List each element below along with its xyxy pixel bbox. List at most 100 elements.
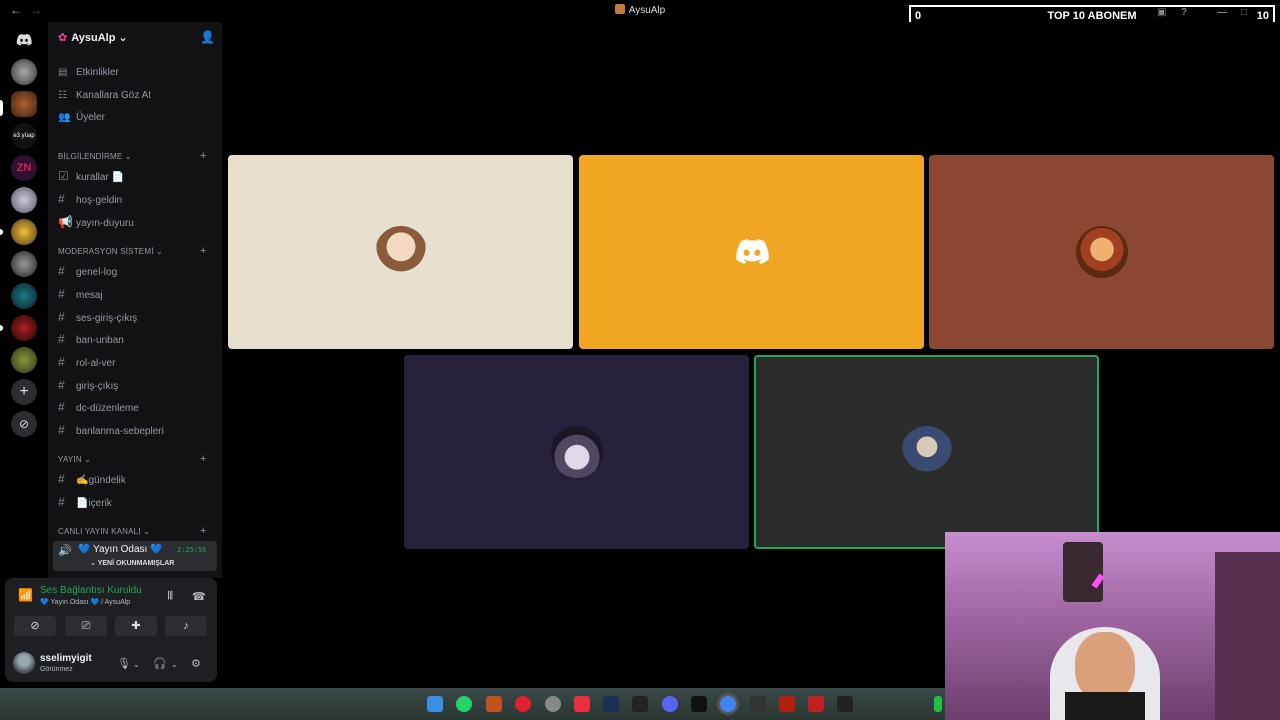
server-icon-6[interactable] bbox=[11, 219, 37, 245]
channel-yayin-duyuru[interactable]: 📢 yayın-duyuru bbox=[58, 215, 134, 229]
category-canli-yayin[interactable]: CANLI YAYIN KANALI ⌄ + bbox=[58, 525, 206, 537]
chevron-down-icon[interactable]: ⌄ bbox=[133, 660, 140, 669]
app-icon[interactable] bbox=[808, 696, 824, 712]
participant-tile-1[interactable] bbox=[228, 155, 573, 349]
category-moderasyon[interactable]: MODERASYON SİSTEMİ ⌄ + bbox=[58, 245, 206, 257]
hash-icon: # bbox=[58, 264, 65, 278]
steam-icon[interactable] bbox=[603, 696, 619, 712]
minimize-icon[interactable]: — bbox=[1217, 7, 1227, 18]
channel-mesaj[interactable]: # mesaj bbox=[58, 287, 103, 301]
channel-banlanma-sebepleri[interactable]: # banlanma-sebepleri bbox=[58, 423, 164, 437]
gear-icon[interactable]: ⚙ bbox=[191, 657, 201, 670]
channel-ses-giris-cikis[interactable]: # ses-giriş-çıkış bbox=[58, 310, 137, 324]
whatsapp-icon[interactable] bbox=[456, 696, 472, 712]
discord-taskbar-icon[interactable] bbox=[662, 696, 678, 712]
add-channel-icon[interactable]: + bbox=[200, 525, 207, 537]
add-channel-icon[interactable]: + bbox=[200, 245, 207, 257]
noise-suppression-icon[interactable]: 𝄃𝄃 bbox=[168, 590, 173, 603]
channel-ban-unban[interactable]: # ban-unban bbox=[58, 332, 124, 346]
channel-kurallar[interactable]: ☑ kurallar 📄 bbox=[58, 169, 124, 183]
hash-icon: # bbox=[58, 472, 65, 486]
screen-share-icon: ⎚ bbox=[81, 620, 91, 632]
participant-tile-2[interactable] bbox=[579, 155, 924, 349]
channel-icerik[interactable]: # 📄içerik bbox=[58, 495, 112, 509]
invite-member-icon[interactable]: 👤 bbox=[200, 30, 215, 44]
disconnect-icon[interactable]: ☎ bbox=[192, 590, 206, 603]
channel-hos-geldin[interactable]: # hoş-geldin bbox=[58, 192, 122, 206]
nav-browse-channels[interactable]: ☷ Kanallara Göz At bbox=[58, 90, 151, 101]
rules-icon: ☑ bbox=[58, 169, 69, 183]
soundboard-button[interactable]: ♪ bbox=[165, 616, 207, 636]
megaphone-icon: 📢 bbox=[58, 215, 73, 229]
members-icon: 👥 bbox=[58, 112, 71, 123]
help-icon[interactable]: ? bbox=[1181, 7, 1187, 18]
chevron-down-icon[interactable]: ⌄ bbox=[171, 660, 178, 669]
opera-icon[interactable] bbox=[515, 696, 531, 712]
unread-pill bbox=[0, 325, 3, 331]
unread-pill-button[interactable]: ⌄ YENİ OKUNMAMIŞLAR bbox=[85, 559, 180, 569]
soundboard-icon: ♪ bbox=[183, 620, 189, 632]
maximize-icon[interactable]: □ bbox=[1241, 7, 1247, 18]
webcam-overlay bbox=[945, 532, 1280, 720]
server-icon-7[interactable] bbox=[11, 251, 37, 277]
channel-rol-al-ver[interactable]: # rol-al-ver bbox=[58, 355, 115, 369]
nav-events[interactable]: ▤ Etkinlikler bbox=[58, 67, 119, 78]
channel-genel-log[interactable]: # genel-log bbox=[58, 264, 117, 278]
add-channel-icon[interactable]: + bbox=[200, 150, 207, 162]
headphones-icon[interactable]: 🎧 bbox=[153, 657, 167, 670]
voice-channel-path[interactable]: 💙 Yayın Odası 💙 / AysuAlp bbox=[40, 598, 130, 606]
folder-icon[interactable] bbox=[486, 696, 502, 712]
nav-members[interactable]: 👥 Üyeler bbox=[58, 112, 105, 123]
voice-connection-status[interactable]: Ses Bağlantısı Kuruldu bbox=[40, 585, 142, 596]
channel-dc-duzenleme[interactable]: # dc-düzenleme bbox=[58, 400, 139, 414]
participant-tile-3[interactable] bbox=[929, 155, 1274, 349]
server-icon-4[interactable]: ZN bbox=[11, 155, 37, 181]
anydesk-icon[interactable] bbox=[574, 696, 590, 712]
participant-avatar bbox=[900, 426, 953, 478]
app-icon[interactable] bbox=[545, 696, 561, 712]
channel-sidebar: ✿ AysuAlp ⌄ 👤 ▤ Etkinlikler ☷ Kanallara Göz… bbox=[48, 22, 222, 578]
tiktok-icon[interactable] bbox=[691, 696, 707, 712]
chrome-icon[interactable] bbox=[720, 696, 736, 712]
server-icon-10[interactable] bbox=[11, 347, 37, 373]
server-icon-3[interactable]: e3.yüap bbox=[11, 123, 37, 149]
add-channel-icon[interactable]: + bbox=[200, 453, 207, 465]
browse-icon: ☷ bbox=[58, 90, 67, 101]
user-status: Görünmez bbox=[40, 666, 73, 673]
activities-button[interactable]: ✚ bbox=[115, 616, 157, 636]
camera-toggle-button[interactable]: ⊘ bbox=[14, 616, 56, 636]
server-icon-1[interactable] bbox=[11, 59, 37, 85]
windows-start-icon[interactable] bbox=[427, 696, 443, 712]
screen-share-button[interactable]: ⎚ bbox=[65, 616, 107, 636]
explore-icon[interactable]: ⊘ bbox=[11, 411, 37, 437]
epic-games-icon[interactable] bbox=[632, 696, 648, 712]
server-icon-8[interactable] bbox=[11, 283, 37, 309]
add-server-icon[interactable]: + bbox=[11, 379, 37, 405]
terminal-icon[interactable] bbox=[837, 696, 853, 712]
channel-giris-cikis[interactable]: # giriş-çıkış bbox=[58, 378, 118, 392]
valorant-icon[interactable] bbox=[779, 696, 795, 712]
voice-channel-yayin-odasi[interactable]: 🔊 💙 Yayın Odası 💙 2:25:56 ⌄ YENİ OKUNMAM… bbox=[53, 541, 217, 571]
discord-home-icon[interactable] bbox=[11, 27, 37, 53]
username[interactable]: sselimyigit bbox=[40, 653, 92, 664]
participant-tile-4[interactable] bbox=[404, 355, 749, 549]
server-icon-9[interactable] bbox=[11, 315, 37, 341]
app-icon[interactable] bbox=[750, 696, 766, 712]
server-icon-5[interactable] bbox=[11, 187, 37, 213]
hash-icon: # bbox=[58, 287, 65, 301]
channel-gundelik[interactable]: # ✍️gündelik bbox=[58, 472, 126, 486]
participant-tile-5-speaking[interactable] bbox=[754, 355, 1099, 549]
server-header[interactable]: ✿ AysuAlp ⌄ bbox=[58, 31, 128, 44]
participant-avatar bbox=[550, 426, 603, 478]
microphone-icon[interactable]: 🎙 bbox=[117, 657, 131, 670]
hash-icon: # bbox=[58, 355, 65, 369]
avatar[interactable] bbox=[13, 652, 35, 674]
app-icon[interactable] bbox=[934, 696, 942, 712]
inbox-icon[interactable]: ▣ bbox=[1157, 7, 1166, 18]
hash-icon: # bbox=[58, 495, 65, 509]
hash-icon: # bbox=[58, 332, 65, 346]
server-logo-icon bbox=[614, 4, 625, 14]
category-bilgilendirme[interactable]: BİLGİLENDİRME ⌄ + bbox=[58, 150, 206, 162]
server-icon-aysualp[interactable] bbox=[11, 91, 37, 117]
category-yayin[interactable]: YAYIN ⌄ + bbox=[58, 453, 206, 465]
